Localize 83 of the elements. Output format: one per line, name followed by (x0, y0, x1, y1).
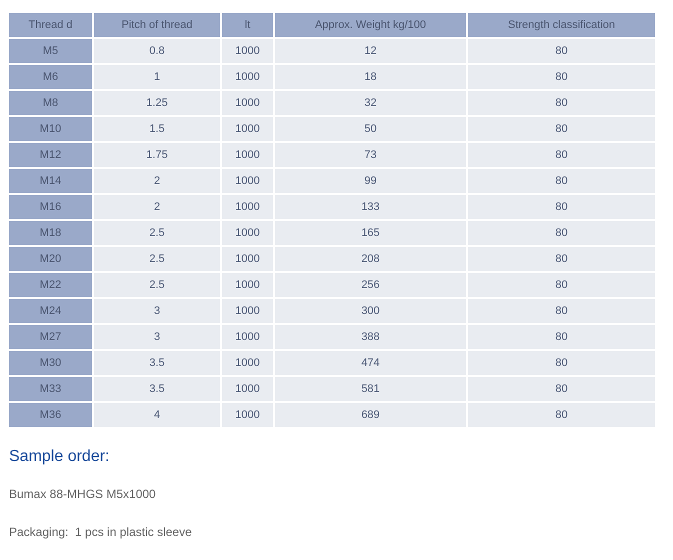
row-header: M22 (9, 273, 92, 297)
table-cell: 50 (275, 117, 466, 141)
column-header: Approx. Weight kg/100 (275, 13, 466, 37)
table-cell: 3 (94, 299, 220, 323)
table-cell: 80 (468, 169, 655, 193)
row-header: M27 (9, 325, 92, 349)
table-cell: 1000 (222, 117, 273, 141)
table-cell: 1000 (222, 247, 273, 271)
order-example: Bumax 88-MHGS M5x1000 (9, 487, 157, 501)
table-cell: 165 (275, 221, 466, 245)
table-cell: 80 (468, 247, 655, 271)
table-cell: 388 (275, 325, 466, 349)
table-cell: 18 (275, 65, 466, 89)
table-cell: 4 (94, 403, 220, 427)
table-cell: 80 (468, 195, 655, 219)
table-cell: 2.5 (94, 273, 220, 297)
table-cell: 2.5 (94, 221, 220, 245)
table-cell: 80 (468, 325, 655, 349)
table-cell: 99 (275, 169, 466, 193)
row-header: M16 (9, 195, 92, 219)
table-cell: 1.75 (94, 143, 220, 167)
table-cell: 0.8 (94, 39, 220, 63)
table-cell: 1000 (222, 221, 273, 245)
table-cell: 1000 (222, 377, 273, 401)
table-cell: 80 (468, 273, 655, 297)
row-header: M10 (9, 117, 92, 141)
row-header: M5 (9, 39, 92, 63)
packaging-text: Packaging: 1 pcs in plastic sleeve (9, 525, 193, 539)
section-heading: Sample order: (9, 448, 110, 466)
column-header: Pitch of thread (94, 13, 220, 37)
table-cell: 2.5 (94, 247, 220, 271)
table-cell: 1000 (222, 39, 273, 63)
row-header: M14 (9, 169, 92, 193)
table-cell: 80 (468, 143, 655, 167)
table-cell: 80 (468, 91, 655, 115)
table-cell: 1000 (222, 299, 273, 323)
table-cell: 1000 (222, 351, 273, 375)
table-cell: 73 (275, 143, 466, 167)
table-cell: 1000 (222, 91, 273, 115)
table-cell: 474 (275, 351, 466, 375)
table-cell: 80 (468, 65, 655, 89)
table-cell: 133 (275, 195, 466, 219)
table-cell: 32 (275, 91, 466, 115)
table-cell: 208 (275, 247, 466, 271)
table-cell: 80 (468, 117, 655, 141)
table-cell: 80 (468, 377, 655, 401)
row-header: M24 (9, 299, 92, 323)
table-cell: 1000 (222, 169, 273, 193)
row-header: M20 (9, 247, 92, 271)
table-cell: 689 (275, 403, 466, 427)
column-header: lt (222, 13, 273, 37)
table-cell: 80 (468, 351, 655, 375)
table-cell: 1.25 (94, 91, 220, 115)
table-cell: 80 (468, 39, 655, 63)
row-header: M33 (9, 377, 92, 401)
table-cell: 80 (468, 221, 655, 245)
table-cell: 80 (468, 403, 655, 427)
table-cell: 1.5 (94, 117, 220, 141)
table-cell: 2 (94, 195, 220, 219)
column-header: Thread d (9, 13, 92, 37)
table-cell: 256 (275, 273, 466, 297)
table-cell: 1000 (222, 325, 273, 349)
table-cell: 3.5 (94, 351, 220, 375)
table-cell: 1 (94, 65, 220, 89)
row-header: M6 (9, 65, 92, 89)
table-cell: 300 (275, 299, 466, 323)
table-cell: 3.5 (94, 377, 220, 401)
table-cell: 1000 (222, 143, 273, 167)
row-header: M8 (9, 91, 92, 115)
row-header: M12 (9, 143, 92, 167)
table-cell: 2 (94, 169, 220, 193)
row-header: M18 (9, 221, 92, 245)
row-header: M30 (9, 351, 92, 375)
table-cell: 1000 (222, 65, 273, 89)
table-cell: 1000 (222, 195, 273, 219)
table-cell: 12 (275, 39, 466, 63)
table-cell: 1000 (222, 273, 273, 297)
table-cell: 3 (94, 325, 220, 349)
table-cell: 1000 (222, 403, 273, 427)
row-header: M36 (9, 403, 92, 427)
column-header: Strength classification (468, 13, 655, 37)
table-cell: 581 (275, 377, 466, 401)
table-cell: 80 (468, 299, 655, 323)
